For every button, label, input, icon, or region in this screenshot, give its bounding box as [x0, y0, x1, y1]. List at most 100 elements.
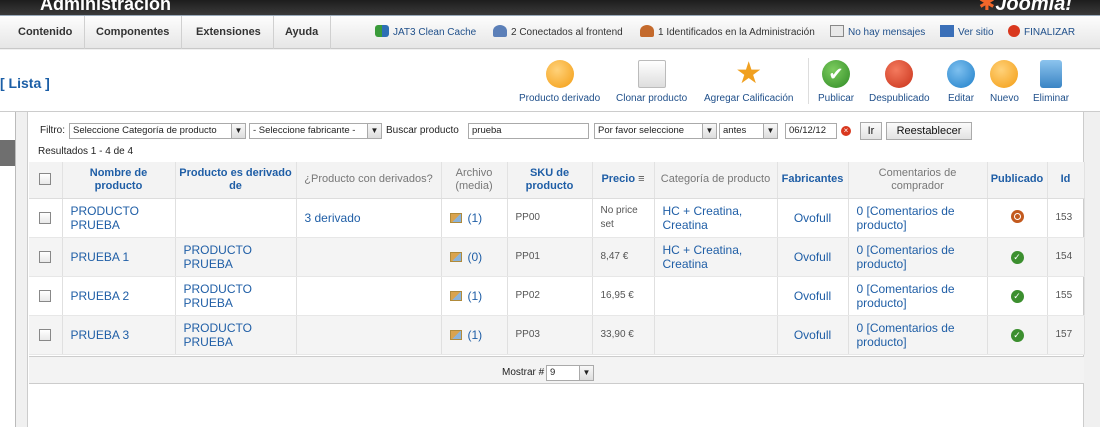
- left-panel-tab[interactable]: [0, 140, 15, 166]
- comments-link[interactable]: 0 [Comentarios de producto]: [848, 237, 988, 277]
- filter-label: Filtro:: [40, 125, 65, 136]
- sku-cell: PP01: [507, 237, 593, 277]
- chevron-down-icon: ▼: [231, 124, 245, 138]
- col-published[interactable]: Publicado: [987, 162, 1048, 199]
- derived-count-link[interactable]: [296, 315, 442, 355]
- row-checkbox[interactable]: [29, 276, 63, 316]
- manufacturer-link[interactable]: Ovofull: [777, 198, 849, 238]
- published-toggle[interactable]: ✓: [987, 276, 1048, 316]
- go-button[interactable]: Ir: [860, 122, 882, 140]
- unpublish-button[interactable]: Despublicado: [869, 60, 930, 104]
- page-size-select[interactable]: 9 ▼: [546, 365, 594, 381]
- unpublished-icon: [1010, 209, 1024, 223]
- published-icon: ✓: [1010, 290, 1024, 303]
- manufacturer-select[interactable]: - Seleccione fabricante - ▼: [249, 123, 382, 139]
- row-checkbox[interactable]: [29, 237, 63, 277]
- add-rating-button[interactable]: ★ Agregar Calificación: [704, 59, 794, 105]
- toolbar: [ Lista ] Producto derivado Clonar produ…: [0, 50, 1100, 112]
- search-input[interactable]: prueba: [468, 123, 589, 139]
- cache-icon: [375, 25, 389, 37]
- parent-product-link[interactable]: PRODUCTO PRUEBA: [175, 237, 297, 277]
- trash-icon: [1040, 60, 1063, 88]
- col-name[interactable]: Nombre de producto: [62, 162, 176, 199]
- view-site-link[interactable]: Ver sitio: [940, 16, 994, 49]
- menu-item-extensiones[interactable]: Extensiones: [184, 16, 274, 49]
- clear-date-icon[interactable]: ×: [841, 126, 851, 136]
- published-toggle[interactable]: ✓: [987, 237, 1048, 277]
- chevron-down-icon: ▼: [763, 124, 777, 138]
- id-cell: 155: [1047, 276, 1085, 316]
- admin-title: Administración: [40, 0, 172, 14]
- col-has-derived: ¿Producto con derivados?: [296, 162, 442, 199]
- status-cache[interactable]: JAT3 Clean Cache: [375, 16, 476, 49]
- pencil-icon: [947, 60, 975, 88]
- page-title: [ Lista ]: [0, 75, 50, 91]
- option-select[interactable]: Por favor seleccione ▼: [594, 123, 717, 139]
- table-row: PRUEBA 2 PRODUCTO PRUEBA (1) PP02 16,95 € Ovo…: [29, 276, 1085, 316]
- parent-product-link[interactable]: PRODUCTO PRUEBA: [175, 276, 297, 316]
- comments-link[interactable]: 0 [Comentarios de producto]: [848, 198, 988, 238]
- manufacturer-link[interactable]: Ovofull: [777, 315, 849, 355]
- comments-link[interactable]: 0 [Comentarios de producto]: [848, 276, 988, 316]
- col-derived-of[interactable]: Producto es derivado de: [175, 162, 297, 199]
- product-name-link[interactable]: PRUEBA 1: [62, 237, 176, 277]
- plus-icon: [990, 60, 1019, 88]
- row-checkbox[interactable]: [29, 198, 63, 238]
- date-input[interactable]: 06/12/12: [785, 123, 837, 139]
- media-link[interactable]: (0): [441, 237, 508, 277]
- published-toggle[interactable]: ✓: [987, 315, 1048, 355]
- category-link[interactable]: HC + Creatina, Creatina: [654, 237, 778, 277]
- category-link[interactable]: HC + Creatina, Creatina: [654, 198, 778, 238]
- logout-link[interactable]: FINALIZAR: [1008, 16, 1075, 49]
- table-row: PRODUCTO PRUEBA 3 derivado (1) PP00 No price…: [29, 198, 1085, 238]
- col-price[interactable]: Precio ≡: [592, 162, 655, 199]
- manufacturer-link[interactable]: Ovofull: [777, 276, 849, 316]
- product-table: Nombre de producto Producto es derivado …: [29, 162, 1085, 355]
- id-cell: 154: [1047, 237, 1085, 277]
- parent-product-link[interactable]: [175, 198, 297, 238]
- users-icon: [493, 25, 507, 37]
- status-messages[interactable]: No hay mensajes: [830, 16, 925, 49]
- date-condition-select[interactable]: antes ▼: [719, 123, 778, 139]
- category-link[interactable]: [654, 315, 778, 355]
- chevron-down-icon: ▼: [702, 124, 716, 138]
- clone-product-button[interactable]: Clonar producto: [616, 60, 687, 104]
- image-icon: [449, 251, 462, 262]
- price-cell: 16,95 €: [592, 276, 655, 316]
- select-all-checkbox[interactable]: [29, 162, 63, 199]
- comments-link[interactable]: 0 [Comentarios de producto]: [848, 315, 988, 355]
- toolbar-divider: [808, 58, 809, 104]
- derived-product-button[interactable]: Producto derivado: [519, 60, 600, 104]
- col-sku[interactable]: SKU de producto: [507, 162, 593, 199]
- product-name-link[interactable]: PRUEBA 3: [62, 315, 176, 355]
- col-manufacturers[interactable]: Fabricantes: [777, 162, 849, 199]
- new-button[interactable]: Nuevo: [990, 60, 1019, 104]
- menu-item-componentes[interactable]: Componentes: [84, 16, 183, 49]
- menu-item-ayuda[interactable]: Ayuda: [273, 16, 332, 49]
- media-link[interactable]: (1): [441, 276, 508, 316]
- chevron-down-icon: ▼: [579, 366, 593, 380]
- row-checkbox[interactable]: [29, 315, 63, 355]
- publish-button[interactable]: ✔ Publicar: [818, 60, 854, 104]
- media-link[interactable]: (1): [441, 198, 508, 238]
- reset-button[interactable]: Reestablecer: [886, 122, 972, 140]
- logout-icon: [1008, 25, 1020, 37]
- derived-count-link[interactable]: 3 derivado: [296, 198, 442, 238]
- delete-button[interactable]: Eliminar: [1033, 60, 1069, 104]
- price-cell: No price set: [592, 198, 655, 238]
- media-link[interactable]: (1): [441, 315, 508, 355]
- published-toggle[interactable]: [987, 198, 1048, 238]
- menu-item-contenido[interactable]: Contenido: [6, 16, 86, 49]
- derived-count-link[interactable]: [296, 237, 442, 277]
- col-id[interactable]: Id: [1047, 162, 1085, 199]
- col-category: Categoría de producto: [654, 162, 778, 199]
- mail-icon: [830, 25, 844, 37]
- manufacturer-link[interactable]: Ovofull: [777, 237, 849, 277]
- product-name-link[interactable]: PRODUCTO PRUEBA: [62, 198, 176, 238]
- derived-count-link[interactable]: [296, 276, 442, 316]
- category-select[interactable]: Seleccione Categoría de producto ▼: [69, 123, 246, 139]
- product-name-link[interactable]: PRUEBA 2: [62, 276, 176, 316]
- category-link[interactable]: [654, 276, 778, 316]
- parent-product-link[interactable]: PRODUCTO PRUEBA: [175, 315, 297, 355]
- edit-button[interactable]: Editar: [947, 60, 975, 104]
